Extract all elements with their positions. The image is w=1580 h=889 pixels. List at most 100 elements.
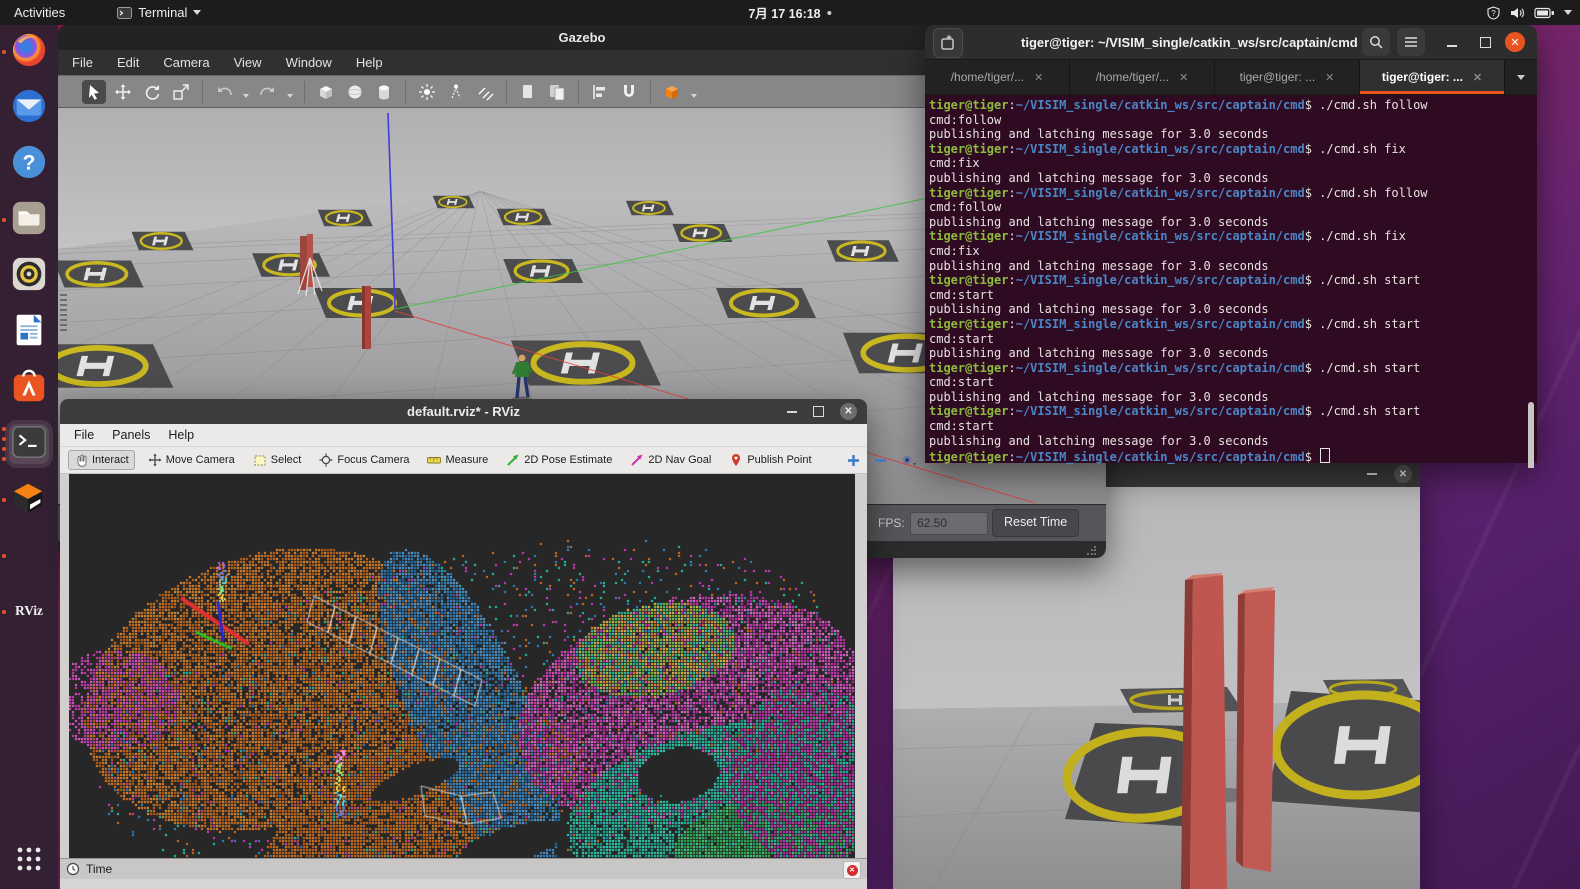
rotate-icon[interactable] xyxy=(140,80,164,104)
terminal-tab-1[interactable]: /home/tiger/...✕ xyxy=(925,60,1070,94)
gazebo-menu-edit[interactable]: Edit xyxy=(117,55,139,70)
clock-menu[interactable]: 7月 17 16:18 xyxy=(748,3,831,22)
terminal-headerbar[interactable]: tiger@tiger: ~/VISIM_single/catkin_ws/sr… xyxy=(925,25,1537,59)
gazebo-menu-window[interactable]: Window xyxy=(286,55,332,70)
close-icon[interactable]: ✕ xyxy=(840,403,857,420)
scrollbar-thumb[interactable] xyxy=(1528,402,1534,468)
reset-time-button[interactable]: Reset Time xyxy=(992,509,1079,537)
sphere-icon[interactable] xyxy=(343,80,367,104)
panel-handle-icon[interactable] xyxy=(60,294,67,332)
dock-item-rhythmbox[interactable] xyxy=(9,256,49,296)
dock-item-terminal[interactable] xyxy=(9,424,49,464)
tool-2d-nav-goal[interactable]: 2D Nav Goal xyxy=(625,451,716,469)
tab-close-icon[interactable]: ✕ xyxy=(1325,71,1334,84)
rviz-viewport[interactable] xyxy=(60,474,867,858)
show-applications-button[interactable] xyxy=(9,839,49,879)
pointcloud-canvas[interactable] xyxy=(69,474,855,858)
minimize-icon[interactable] xyxy=(1367,473,1377,475)
remove-tool-icon[interactable] xyxy=(874,454,887,467)
scale-icon[interactable] xyxy=(169,80,193,104)
toolbar-separator xyxy=(650,81,651,103)
dock-item-help[interactable]: ? xyxy=(9,144,49,184)
insert-model-icon[interactable] xyxy=(660,80,684,104)
tool-options-icon[interactable] xyxy=(901,454,919,467)
caret-down-icon[interactable] xyxy=(287,94,293,98)
terminal-line: tiger@tiger:~/VISIM_single/catkin_ws/src… xyxy=(929,142,1537,157)
dock-item-firefox[interactable] xyxy=(9,32,49,72)
system-status-area[interactable]: ? xyxy=(1487,6,1572,20)
snap-icon[interactable] xyxy=(617,80,641,104)
undo-icon[interactable] xyxy=(212,80,236,104)
add-tool-icon[interactable] xyxy=(847,454,860,467)
time-panel-header[interactable]: Time ✕ xyxy=(60,858,867,879)
menu-button[interactable] xyxy=(1397,28,1425,56)
terminal-tab-2[interactable]: /home/tiger/...✕ xyxy=(1070,60,1215,94)
rviz-menu-panels[interactable]: Panels xyxy=(112,428,150,442)
paste-icon[interactable] xyxy=(545,80,569,104)
app-menu[interactable]: Terminal xyxy=(107,0,211,25)
align-icon[interactable] xyxy=(588,80,612,104)
tab-close-icon[interactable]: ✕ xyxy=(1034,71,1043,84)
prompt-user: tiger@tiger xyxy=(929,361,1008,375)
terminal-line: tiger@tiger:~/VISIM_single/catkin_ws/src… xyxy=(929,317,1537,332)
spot-light-icon[interactable] xyxy=(444,80,468,104)
rhythmbox-icon xyxy=(10,255,48,298)
redo-icon[interactable] xyxy=(256,80,280,104)
dock-item-unknown[interactable] xyxy=(9,536,49,576)
translate-icon[interactable] xyxy=(111,80,135,104)
dock-item-thunderbird[interactable] xyxy=(9,88,49,128)
writer-icon xyxy=(10,311,48,354)
close-icon[interactable]: ✕ xyxy=(1505,32,1525,52)
tab-list-button[interactable] xyxy=(1505,60,1537,94)
point-light-icon[interactable] xyxy=(415,80,439,104)
dock-item-software[interactable] xyxy=(9,368,49,408)
tool-2d-pose-estimate[interactable]: 2D Pose Estimate xyxy=(501,451,617,469)
tab-close-icon[interactable]: ✕ xyxy=(1473,71,1482,84)
minimize-icon[interactable] xyxy=(1438,28,1466,56)
prompt-path: ~/VISIM_single/catkin_ws/src/captain/cmd xyxy=(1016,450,1305,464)
maximize-icon[interactable] xyxy=(813,406,824,417)
dock-item-writer[interactable] xyxy=(9,312,49,352)
tool-measure[interactable]: Measure xyxy=(422,451,493,469)
rviz-titlebar[interactable]: default.rviz* - RViz ✕ xyxy=(60,399,867,424)
toolbar-separator xyxy=(202,81,203,103)
typed-command: ./cmd.sh start xyxy=(1319,404,1420,418)
resize-grip-icon[interactable] xyxy=(1086,546,1096,556)
gazebo-menu-camera[interactable]: Camera xyxy=(163,55,209,70)
box-icon[interactable] xyxy=(314,80,338,104)
select-arrow-icon[interactable] xyxy=(82,80,106,104)
caret-down-icon[interactable] xyxy=(691,94,697,98)
toolbar-separator xyxy=(304,81,305,103)
terminal-tab-3[interactable]: tiger@tiger: ...✕ xyxy=(1215,60,1360,94)
gazebo-menu-file[interactable]: File xyxy=(72,55,93,70)
rviz-menu-help[interactable]: Help xyxy=(168,428,194,442)
cylinder-icon[interactable] xyxy=(372,80,396,104)
tab-close-icon[interactable]: ✕ xyxy=(1179,71,1188,84)
dock-item-files[interactable] xyxy=(9,200,49,240)
tool-interact[interactable]: Interact xyxy=(68,450,135,470)
tool-move-camera[interactable]: Move Camera xyxy=(143,451,240,469)
caret-down-icon[interactable] xyxy=(243,94,249,98)
copy-icon[interactable] xyxy=(516,80,540,104)
activities-button[interactable]: Activities xyxy=(0,0,79,25)
directional-light-icon[interactable] xyxy=(473,80,497,104)
terminal-tab-4[interactable]: tiger@tiger: ...✕ xyxy=(1360,60,1505,94)
maximize-icon[interactable] xyxy=(1471,28,1499,56)
measure-icon xyxy=(427,453,441,467)
gazebo-menu-help[interactable]: Help xyxy=(356,55,383,70)
dock-item-gazebo[interactable] xyxy=(9,480,49,520)
tool-focus-camera[interactable]: Focus Camera xyxy=(314,451,414,469)
time-panel-close-button[interactable]: ✕ xyxy=(843,861,861,879)
search-button[interactable] xyxy=(1362,28,1390,56)
tool-publish-point[interactable]: Publish Point xyxy=(724,451,816,469)
gazebo-menu-view[interactable]: View xyxy=(234,55,262,70)
tool-label: Publish Point xyxy=(747,454,811,466)
prompt-path: ~/VISIM_single/catkin_ws/src/captain/cmd xyxy=(1016,317,1305,331)
prompt-sep: : xyxy=(1008,450,1015,464)
tool-select[interactable]: Select xyxy=(248,451,307,469)
rviz-menu-file[interactable]: File xyxy=(74,428,94,442)
new-tab-button[interactable] xyxy=(933,28,963,58)
minimize-icon[interactable] xyxy=(787,411,797,413)
terminal-output[interactable]: tiger@tiger:~/VISIM_single/catkin_ws/src… xyxy=(925,95,1537,468)
dock-item-rviz[interactable]: RViz xyxy=(9,592,49,632)
